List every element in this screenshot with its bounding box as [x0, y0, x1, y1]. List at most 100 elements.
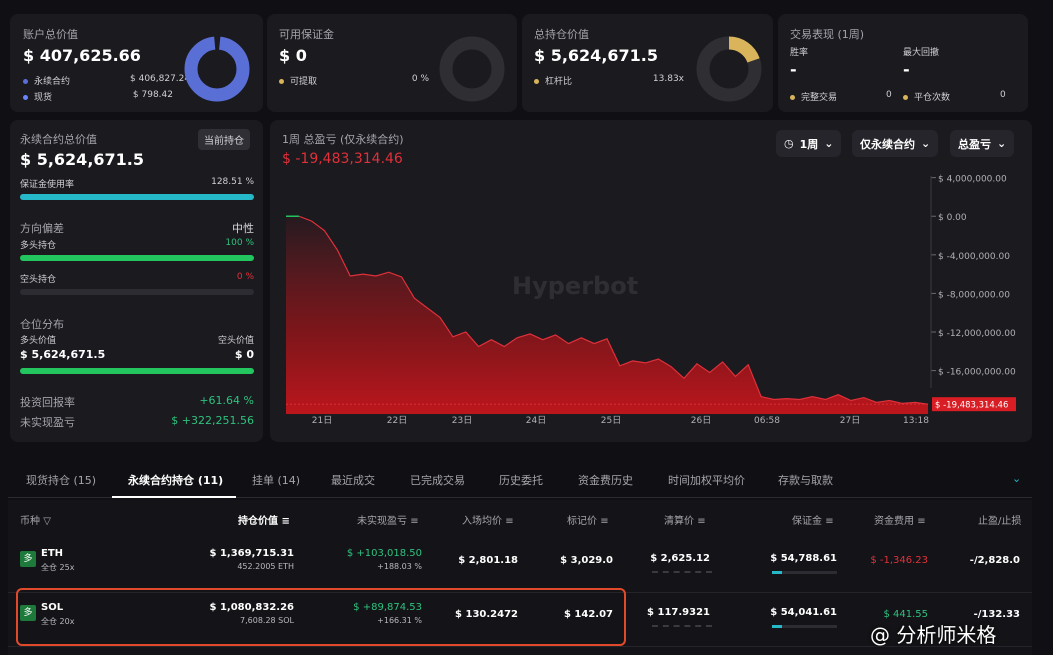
- pnl-chart-card: 1周 总盈亏 (仅永续合约) $ -19,483,314.46 $ 4,000,…: [270, 120, 1032, 442]
- legend-spot-value: $ 798.42: [132, 90, 173, 100]
- winrate-label: 胜率: [790, 48, 809, 58]
- short-value-label: 空头价值: [217, 336, 254, 346]
- drawdown-label: 最大回撤: [903, 48, 940, 58]
- tab-recent-fills[interactable]: 最近成交: [331, 472, 375, 488]
- position-size: 452.2005 ETH: [237, 562, 294, 571]
- short-label: 空头持仓: [20, 275, 57, 285]
- current-holding-badge[interactable]: 当前持仓: [198, 129, 250, 150]
- sort-icon: ≡: [825, 516, 834, 527]
- withdrawable-value: 0 %: [411, 74, 429, 84]
- y-tick-label: $ -12,000,000.00: [938, 329, 1016, 339]
- perp-summary-card: 永续合约总价值 当前持仓 $ 5,624,671.5 保证金使用率 128.51…: [10, 120, 263, 442]
- winrate-value: -: [790, 60, 797, 79]
- filter-label: 仅永续合约: [860, 137, 915, 151]
- x-tick-label: 21日: [312, 415, 332, 426]
- long-value-label: 多头价值: [20, 336, 57, 346]
- usage-bar: [20, 194, 254, 200]
- entry-price: $ 2,801.18: [458, 555, 518, 566]
- liq-distance-bar: [652, 625, 712, 627]
- liq-price: $ 117.9321: [647, 607, 710, 618]
- tab-open-orders[interactable]: 挂单 (14): [252, 472, 300, 488]
- col-entry-price[interactable]: 入场均价 ≡: [462, 512, 514, 527]
- col-liq-price[interactable]: 清算价 ≡: [664, 512, 706, 527]
- short-value: $ 0: [234, 348, 254, 361]
- drawdown-value: -: [903, 60, 910, 79]
- position-title: 总持仓价值: [534, 28, 589, 41]
- chart-watermark: Hyperbot: [512, 272, 639, 300]
- chevron-down-icon: ⌄: [921, 137, 931, 150]
- y-tick-label: $ -4,000,000.00: [938, 252, 1010, 262]
- chevron-down-icon[interactable]: ⌄: [1012, 472, 1021, 485]
- completed-trades-value: 0: [886, 90, 892, 100]
- legend-perp: 永续合约: [23, 74, 70, 87]
- long-pct: 100 %: [225, 238, 254, 248]
- filter-dropdown[interactable]: 仅永续合约 ⌄: [852, 130, 939, 157]
- account-value-title: 账户总价值: [23, 28, 78, 41]
- coin-symbol[interactable]: ETH: [41, 548, 63, 559]
- sort-icon: ≡: [505, 516, 514, 527]
- sort-icon: ≡: [281, 516, 290, 527]
- tab-deposits[interactable]: 存款与取款: [778, 472, 833, 488]
- close-count-value: 0: [1000, 90, 1006, 100]
- margin-bar: [772, 571, 837, 574]
- col-position-value[interactable]: 持仓价值 ≡: [238, 512, 290, 527]
- liq-price: $ 2,625.12: [650, 553, 710, 564]
- usage-label: 保证金使用率: [20, 180, 75, 190]
- mark-price: $ 3,029.0: [560, 555, 613, 566]
- funding-fee: $ -1,346.23: [870, 555, 928, 566]
- performance-title: 交易表现 (1周): [790, 28, 865, 41]
- y-tick-label: $ -16,000,000.00: [938, 368, 1016, 378]
- margin-mode: 全仓 25x: [41, 563, 75, 572]
- account-value: $ 407,625.66: [23, 46, 141, 65]
- col-margin[interactable]: 保证金 ≡: [792, 512, 834, 527]
- col-funding[interactable]: 资金费用 ≡: [874, 512, 926, 527]
- close-count: 平仓次数: [903, 90, 950, 103]
- distribution-label: 仓位分布: [20, 318, 64, 331]
- legend-withdrawable: 可提取: [279, 74, 317, 87]
- tab-spot[interactable]: 现货持仓 (15): [26, 472, 96, 488]
- filter-icon: ▽: [43, 516, 51, 527]
- account-donut: [184, 36, 250, 102]
- y-tick-label: $ -8,000,000.00: [938, 290, 1010, 300]
- position-value: $ 5,624,671.5: [534, 46, 658, 65]
- range-dropdown[interactable]: ◷ 1周 ⌄: [776, 130, 842, 157]
- position-tabs: 现货持仓 (15) 永续合约持仓 (11) 挂单 (14) 最近成交 已完成交易…: [8, 462, 1032, 498]
- bias-label: 方向偏差: [20, 222, 64, 235]
- account-value-card: 账户总价值 $ 407,625.66 永续合约 $ 406,827.24 现货 …: [10, 14, 263, 112]
- x-tick-label: 24日: [526, 415, 546, 426]
- legend-leverage: 杠杆比: [534, 74, 572, 87]
- col-coin[interactable]: 币种 ▽: [20, 512, 51, 527]
- roi-value: +61.64 %: [199, 394, 254, 407]
- available-margin-card: 可用保证金 $ 0 可提取 0 %: [267, 14, 517, 112]
- side-badge: 多: [20, 551, 36, 567]
- performance-card: 交易表现 (1周) 胜率 - 最大回撤 - 完整交易 0 平仓次数 0: [778, 14, 1028, 112]
- range-label: 1周: [799, 137, 819, 151]
- col-tpsl[interactable]: 止盈/止损: [978, 512, 1021, 527]
- col-unrealized-pnl[interactable]: 未实现盈亏 ≡: [357, 512, 419, 527]
- legend-perp-value: $ 406,827.24: [130, 74, 191, 84]
- margin-title: 可用保证金: [279, 28, 334, 41]
- col-mark-price[interactable]: 标记价 ≡: [567, 512, 609, 527]
- tab-perp[interactable]: 永续合约持仓 (11): [128, 472, 223, 488]
- short-pct: 0 %: [236, 272, 254, 282]
- x-tick-label: 27日: [840, 415, 860, 426]
- highlight-box: [16, 588, 626, 646]
- last-value-label: $ -19,483,314.46: [935, 401, 1008, 411]
- margin-value: $ 54,041.61: [770, 607, 837, 618]
- tab-twap[interactable]: 时间加权平均价: [668, 472, 745, 488]
- long-value: $ 5,624,671.5: [20, 348, 106, 361]
- chevron-down-icon: ⌄: [997, 137, 1007, 150]
- metric-label: 总盈亏: [958, 137, 991, 151]
- x-tick-label: 13:18: [903, 416, 929, 426]
- position-donut: [696, 36, 762, 102]
- liq-distance-bar: [652, 571, 712, 573]
- tab-completed-trades[interactable]: 已完成交易: [410, 472, 465, 488]
- y-tick-label: $ 0.00: [938, 213, 967, 223]
- perp-title: 永续合约总价值: [20, 133, 97, 146]
- tpsl-value[interactable]: -/2,828.0: [970, 555, 1020, 566]
- metric-dropdown[interactable]: 总盈亏 ⌄: [950, 130, 1015, 157]
- tab-funding-history[interactable]: 资金费历史: [578, 472, 633, 488]
- tab-order-history[interactable]: 历史委托: [499, 472, 543, 488]
- margin-bar: [772, 625, 837, 628]
- leverage-value: 13.83x: [652, 74, 684, 84]
